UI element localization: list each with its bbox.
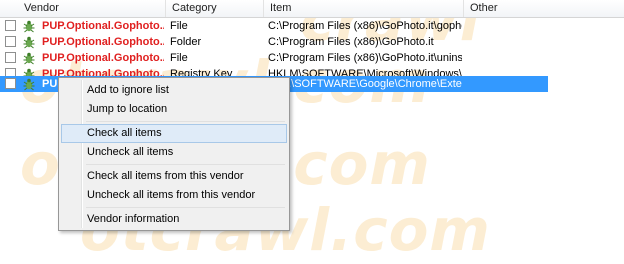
menu-separator [86, 207, 285, 208]
checkbox-icon[interactable] [5, 36, 16, 47]
item-cell: C:\Program Files (x86)\GoPhoto.it\uninst… [268, 52, 462, 64]
vendor-cell: PUP.Optional.Gophoto.A [42, 36, 164, 48]
checkbox-icon[interactable] [5, 78, 16, 89]
checkbox-icon[interactable] [5, 20, 16, 31]
category-cell: File [170, 20, 188, 32]
table-row[interactable]: PUP.Optional.Gophoto.A File C:\Program F… [0, 50, 624, 66]
menu-item-check-all-from-vendor[interactable]: Check all items from this vendor [61, 167, 287, 186]
item-cell: C:\Program Files (x86)\GoPhoto.it [268, 36, 434, 48]
column-header-other[interactable]: Other [464, 0, 624, 17]
table-row[interactable]: PUP.Optional.Gophoto.A File C:\Program F… [0, 18, 624, 34]
menu-separator [86, 121, 285, 122]
column-header-category[interactable]: Category [166, 0, 264, 17]
menu-item-add-to-ignore-list[interactable]: Add to ignore list [61, 81, 287, 100]
menu-separator [86, 164, 285, 165]
menu-item-check-all-items[interactable]: Check all items [61, 124, 287, 143]
bug-icon [23, 78, 35, 91]
column-header-vendor[interactable]: Vendor [18, 0, 166, 17]
category-cell: Folder [170, 36, 202, 48]
bug-icon [23, 36, 35, 49]
menu-item-vendor-information[interactable]: Vendor information [61, 210, 287, 229]
context-menu: Add to ignore list Jump to location Chec… [58, 77, 290, 231]
results-table-header: Vendor Category Item Other [0, 0, 624, 18]
menu-item-uncheck-all-from-vendor[interactable]: Uncheck all items from this vendor [61, 186, 287, 205]
menu-item-jump-to-location[interactable]: Jump to location [61, 100, 287, 119]
item-cell: ...\SOFTWARE\Google\Chrome\Extensi... [282, 78, 462, 90]
item-cell: C:\Program Files (x86)\GoPhoto.it\gophot… [268, 20, 462, 32]
bug-icon [23, 52, 35, 65]
vendor-cell: PUP.Optional.Gophoto.A [42, 20, 164, 32]
category-cell: File [170, 52, 188, 64]
table-row[interactable]: PUP.Optional.Gophoto.A Folder C:\Program… [0, 34, 624, 50]
vendor-cell: PUP.Optional.Gophoto.A [42, 52, 164, 64]
column-header-item[interactable]: Item [264, 0, 464, 17]
menu-item-uncheck-all-items[interactable]: Uncheck all items [61, 143, 287, 162]
bug-icon [23, 20, 35, 33]
checkbox-icon[interactable] [5, 52, 16, 63]
